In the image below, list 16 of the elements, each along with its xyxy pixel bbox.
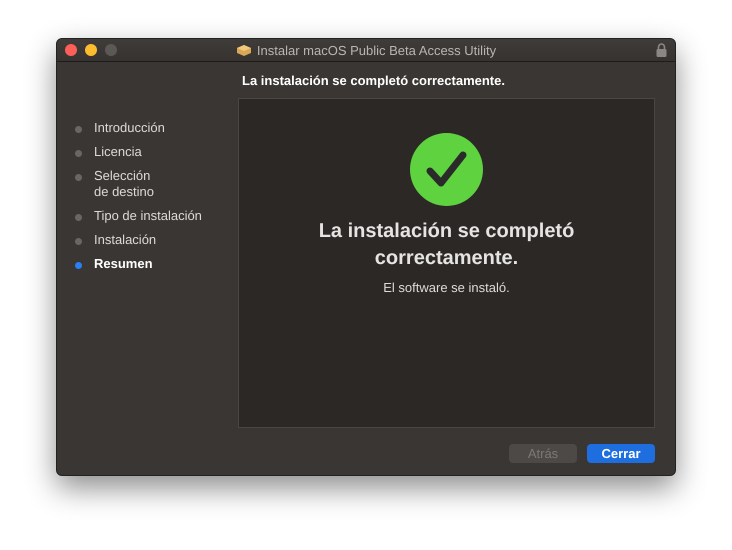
default-button[interactable]: Cerrar: [587, 444, 655, 463]
success-message: El software se instaló.: [383, 280, 510, 295]
success-heading: La instalación se completó correctamente.: [318, 219, 576, 271]
checkmark-icon: [410, 133, 483, 206]
step-label: Introducción: [94, 120, 165, 136]
close-icon[interactable]: [65, 44, 77, 56]
step-label: Licencia: [94, 144, 142, 160]
step-label: Resumen: [94, 256, 153, 272]
package-icon: [236, 44, 252, 56]
step-label: Tipo de instalación: [94, 208, 202, 224]
minimize-icon[interactable]: [85, 44, 97, 56]
step-label: Instalación: [94, 232, 156, 248]
window-title: Instalar macOS Public Beta Access Utility: [256, 42, 496, 58]
lock-icon[interactable]: [656, 43, 667, 57]
step-label: Selección de destino: [94, 168, 154, 200]
header-text: La instalación se completó correctamente.: [242, 72, 505, 88]
